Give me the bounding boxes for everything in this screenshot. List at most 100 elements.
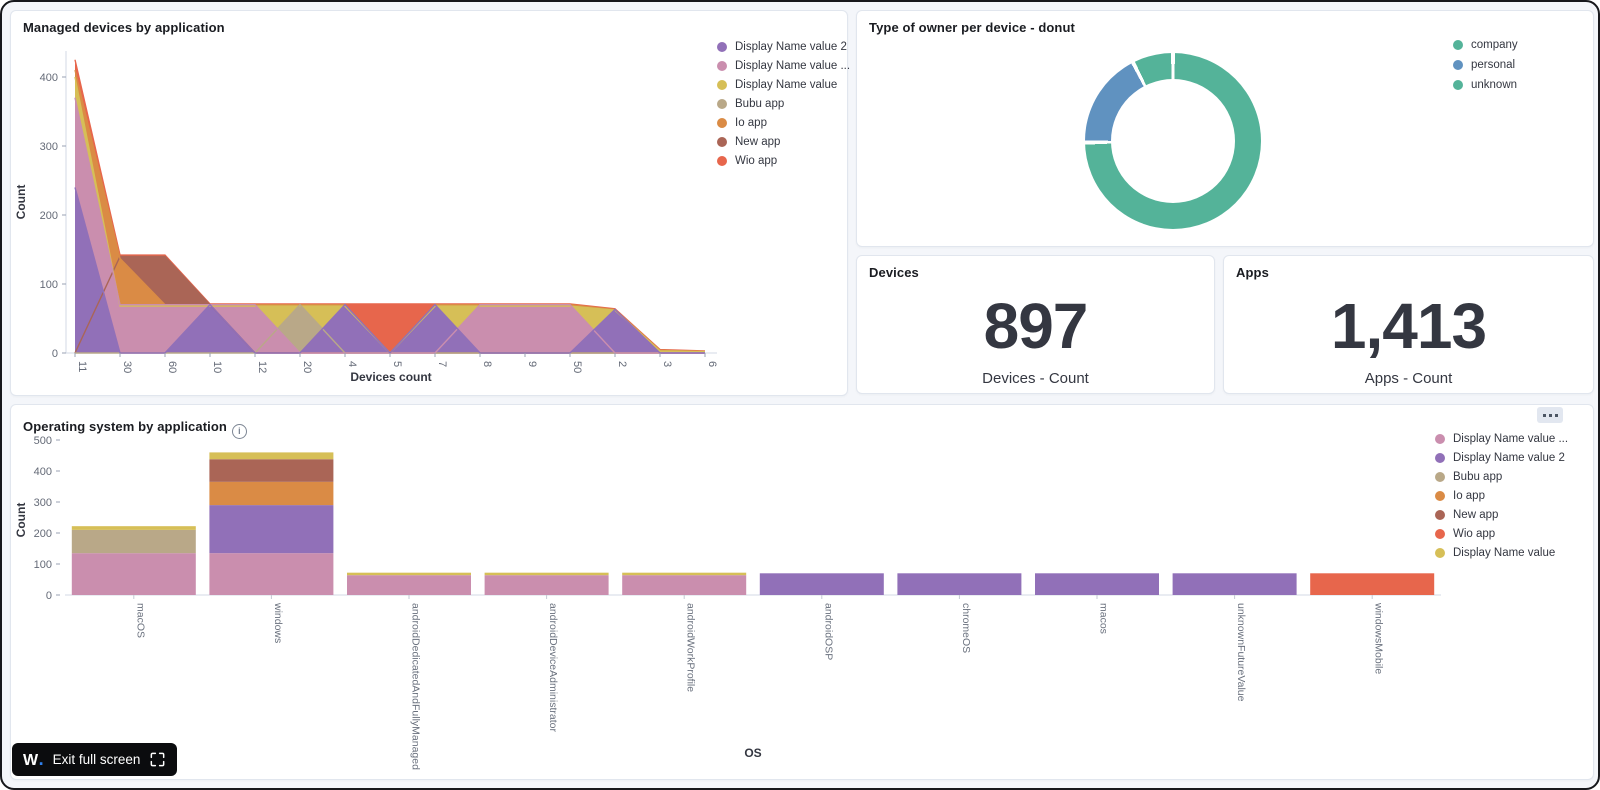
svg-text:9: 9 xyxy=(526,361,538,367)
devices-count-caption: Devices - Count xyxy=(982,370,1089,387)
svg-text:macos: macos xyxy=(1098,603,1110,634)
panel-os-by-application: Operating system by application i 010020… xyxy=(10,404,1594,780)
legend-item[interactable]: Display Name value xyxy=(1435,547,1568,559)
svg-text:50: 50 xyxy=(571,361,583,373)
svg-text:10: 10 xyxy=(211,361,223,373)
svg-text:8: 8 xyxy=(481,361,493,367)
legend-label: Display Name value xyxy=(735,79,837,91)
legend-item[interactable]: New app xyxy=(717,136,850,148)
legend-label: Display Name value ... xyxy=(735,60,850,72)
legend-item[interactable]: company xyxy=(1453,39,1518,51)
svg-text:20: 20 xyxy=(301,361,313,373)
svg-text:Count: Count xyxy=(14,185,28,220)
legend-label: Display Name value 2 xyxy=(1453,452,1565,464)
panel-title: Type of owner per device - donut xyxy=(857,11,1593,35)
svg-text:100: 100 xyxy=(40,279,58,291)
legend-item[interactable]: New app xyxy=(1435,509,1568,521)
legend-dot xyxy=(1435,510,1445,520)
legend-dot xyxy=(1435,529,1445,539)
legend-label: Wio app xyxy=(735,155,777,167)
svg-text:30: 30 xyxy=(121,361,133,373)
legend-label: Display Name value ... xyxy=(1453,433,1568,445)
svg-text:Count: Count xyxy=(14,503,28,538)
svg-text:500: 500 xyxy=(34,435,52,447)
apps-count-caption: Apps - Count xyxy=(1365,370,1453,387)
legend-dot xyxy=(717,80,727,90)
panel-managed-devices: Managed devices by application 010020030… xyxy=(10,10,848,396)
metric-body: 897 Devices - Count xyxy=(857,280,1214,387)
donut-hole xyxy=(1111,79,1235,203)
metric-body: 1,413 Apps - Count xyxy=(1224,280,1593,387)
donut-chart[interactable] xyxy=(1085,53,1261,229)
svg-text:androidDedicatedAndFullyManage: androidDedicatedAndFullyManaged xyxy=(410,603,422,770)
legend-item[interactable]: Wio app xyxy=(1435,528,1568,540)
legend-label: Io app xyxy=(735,117,767,129)
legend-item[interactable]: Wio app xyxy=(717,155,850,167)
legend-item[interactable]: personal xyxy=(1453,59,1518,71)
legend-label: Wio app xyxy=(1453,528,1495,540)
svg-text:windows: windows xyxy=(272,602,284,643)
legend-label: Io app xyxy=(1453,490,1485,502)
legend-item[interactable]: Display Name value 2 xyxy=(1435,452,1568,464)
exit-fullscreen-label: Exit full screen xyxy=(53,752,141,767)
svg-text:0: 0 xyxy=(46,590,52,602)
legend-item[interactable]: Bubu app xyxy=(1435,471,1568,483)
svg-text:androidDeviceAdministrator: androidDeviceAdministrator xyxy=(547,603,559,732)
legend-dot xyxy=(1435,472,1445,482)
svg-text:12: 12 xyxy=(256,361,268,373)
legend-dot xyxy=(1435,434,1445,444)
svg-text:300: 300 xyxy=(40,141,58,153)
svg-text:unknownFutureValue: unknownFutureValue xyxy=(1235,603,1247,702)
svg-text:Devices count: Devices count xyxy=(350,370,431,384)
svg-text:0: 0 xyxy=(52,348,58,360)
legend-dot xyxy=(717,61,727,71)
legend-item[interactable]: Display Name value xyxy=(717,79,850,91)
svg-text:5: 5 xyxy=(391,361,403,367)
svg-text:200: 200 xyxy=(34,528,52,540)
legend-item[interactable]: Io app xyxy=(1435,490,1568,502)
legend-dot xyxy=(1435,548,1445,558)
area-chart-legend: Display Name value 2 Display Name value .… xyxy=(717,41,850,167)
svg-text:100: 100 xyxy=(34,559,52,571)
legend-dot xyxy=(717,118,727,128)
legend-dot xyxy=(1453,80,1463,90)
legend-dot xyxy=(717,42,727,52)
legend-dot xyxy=(1435,491,1445,501)
legend-item[interactable]: Display Name value ... xyxy=(717,60,850,72)
svg-text:200: 200 xyxy=(40,210,58,222)
legend-dot xyxy=(717,156,727,166)
bar-chart[interactable]: 0100200300400500macOSwindowsandroidDedic… xyxy=(11,405,1595,779)
dashboard-screen: Managed devices by application 010020030… xyxy=(0,0,1600,790)
svg-text:7: 7 xyxy=(436,361,448,367)
wazuh-logo: W. xyxy=(23,749,44,770)
legend-item[interactable]: Bubu app xyxy=(717,98,850,110)
legend-dot xyxy=(1435,453,1445,463)
bar-chart-legend: Display Name value ... Display Name value… xyxy=(1435,433,1568,559)
legend-label: New app xyxy=(1453,509,1498,521)
legend-label: Bubu app xyxy=(735,98,784,110)
svg-text:4: 4 xyxy=(346,361,358,367)
exit-fullscreen-button[interactable]: W. Exit full screen xyxy=(12,743,177,776)
legend-item[interactable]: Display Name value ... xyxy=(1435,433,1568,445)
legend-dot xyxy=(1453,40,1463,50)
legend-item[interactable]: Display Name value 2 xyxy=(717,41,850,53)
svg-text:2: 2 xyxy=(616,361,628,367)
legend-label: personal xyxy=(1471,59,1515,71)
legend-label: Bubu app xyxy=(1453,471,1502,483)
legend-item[interactable]: Io app xyxy=(717,117,850,129)
legend-item[interactable]: unknown xyxy=(1453,79,1518,91)
devices-count-value: 897 xyxy=(984,294,1088,358)
donut-legend: company personal unknown xyxy=(1453,39,1518,91)
legend-label: unknown xyxy=(1471,79,1517,91)
svg-text:60: 60 xyxy=(166,361,178,373)
svg-text:windowsMobile: windowsMobile xyxy=(1373,602,1385,674)
svg-text:OS: OS xyxy=(744,746,761,760)
legend-dot xyxy=(717,99,727,109)
svg-text:chromeOS: chromeOS xyxy=(960,603,972,653)
panel-owner-donut: Type of owner per device - donut company… xyxy=(856,10,1594,247)
svg-text:6: 6 xyxy=(706,361,718,367)
legend-label: Display Name value 2 xyxy=(735,41,847,53)
panel-title: Devices xyxy=(857,256,1214,280)
legend-label: company xyxy=(1471,39,1518,51)
exit-fullscreen-icon xyxy=(149,751,166,768)
